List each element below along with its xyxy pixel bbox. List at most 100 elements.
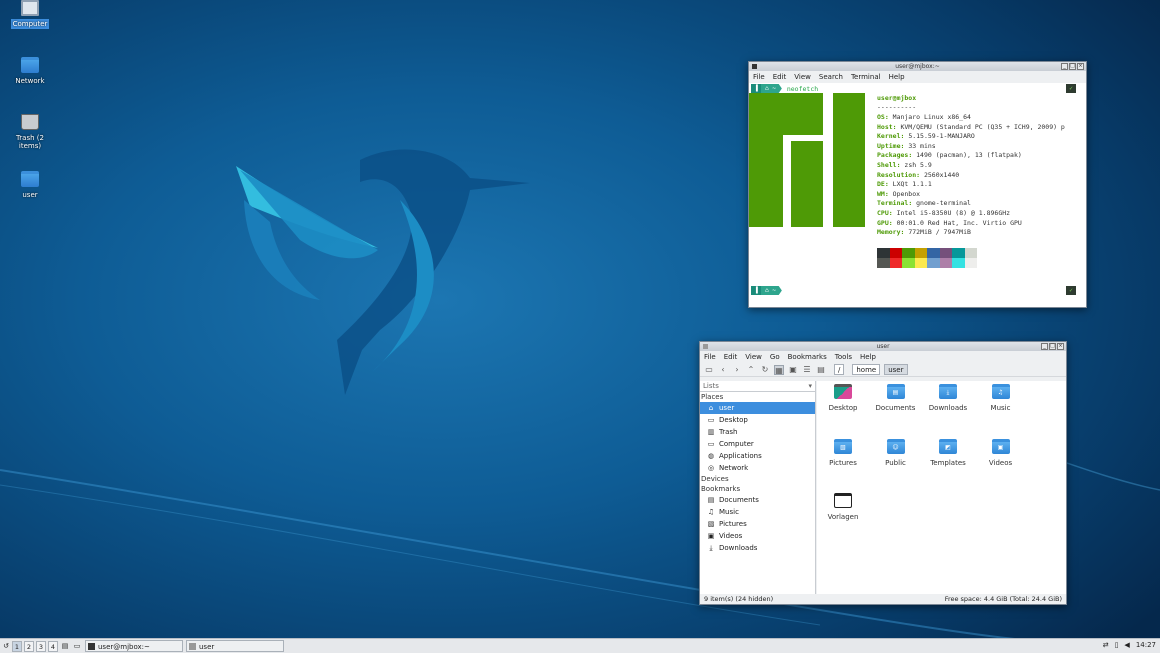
neofetch-line: GPU: 00:01.0 Red Hat, Inc. Virtio GPU [877,218,1022,227]
icon-view-icon[interactable]: ▦ [774,364,784,375]
task-file-manager[interactable]: user [186,640,284,652]
task-terminal[interactable]: user@mjbox:~ [85,640,183,652]
browser-icon[interactable]: ▭ [72,641,82,652]
folder-icon [703,344,708,349]
pictures-folder-icon: ▧ [834,438,852,454]
workspace-1[interactable]: 1 [12,640,22,652]
file-label: Music [990,404,1011,412]
sidebar-item-label: Videos [719,532,743,540]
bookmarks-heading: Bookmarks [701,485,741,493]
path-root[interactable]: / [834,364,845,375]
sidebar-item-documents[interactable]: ▤ Documents [700,494,815,506]
file-label: Videos [988,458,1013,467]
path-user[interactable]: user [884,364,908,375]
sidebar-item-desktop[interactable]: ▭ Desktop [700,414,815,426]
desktop-icon-user[interactable]: user [2,171,58,200]
file-item[interactable]: ◩ Templates [923,438,973,467]
maximize-button[interactable]: □ [1049,343,1056,350]
color-palette-bottom [877,258,977,268]
file-item[interactable]: ▤ Documents [871,384,921,412]
desktop-icon-network[interactable]: Network [2,57,58,86]
sidebar-item-pictures[interactable]: ▧ Pictures [700,518,815,530]
maximize-button[interactable]: □ [1069,63,1076,70]
file-item[interactable]: Desktop [818,384,868,412]
forward-icon[interactable]: › [732,365,742,375]
minimize-button[interactable]: _ [1041,343,1048,350]
network-tray-icon[interactable]: ⇄ [1103,641,1109,649]
file-item[interactable]: ♫ Music [976,384,1026,412]
desktop-icon-computer[interactable]: Computer [2,0,58,29]
menu-tools[interactable]: Tools [835,353,852,361]
sidebar-item-videos[interactable]: ▣ Videos [700,530,815,542]
menu-help[interactable]: Help [889,73,905,81]
sidebar-item-music[interactable]: ♫ Music [700,506,815,518]
file-manager-window[interactable]: user _ □ × File Edit View Go Bookmarks T… [699,341,1067,605]
menu-view[interactable]: View [745,353,762,361]
new-window-icon[interactable]: ▭ [704,365,714,375]
up-icon[interactable]: ⌃ [746,365,756,375]
terminal-content[interactable]: ▐ ⌂ ~ neofetch ✓ user@mjbox ---------- O… [749,83,1086,307]
neofetch-line: WM: Openbox [877,189,921,198]
compact-view-icon[interactable]: ☰ [802,365,812,375]
desktop-folder-icon [834,384,852,399]
chevron-down-icon: ▾ [808,382,812,390]
sidebar-item-network[interactable]: ◎ Network [700,462,815,474]
menu-terminal[interactable]: Terminal [851,73,881,81]
menu-go[interactable]: Go [770,353,780,361]
reload-icon[interactable]: ↻ [760,365,770,375]
back-icon[interactable]: ‹ [718,365,728,375]
sidebar-item-applications[interactable]: ◍ Applications [700,450,815,462]
menu-help[interactable]: Help [860,353,876,361]
file-item[interactable]: ▣ Videos [976,438,1026,467]
network-icon: ◎ [707,464,715,472]
workspace-4[interactable]: 4 [48,640,58,652]
sidebar-item-computer[interactable]: ▭ Computer [700,438,815,450]
show-desktop-icon[interactable]: ▤ [60,641,70,652]
neofetch-line: Terminal: gnome-terminal [877,199,971,208]
path-home[interactable]: home [852,364,881,375]
color-palette-top [877,248,977,258]
desktop-icon-label: Network [15,77,45,85]
menu-search[interactable]: Search [819,73,843,81]
trash-icon: ▥ [707,428,715,436]
status-items: 9 item(s) (24 hidden) [704,595,774,603]
minimize-button[interactable]: _ [1061,63,1068,70]
fm-titlebar[interactable]: user _ □ × [700,342,1066,351]
menu-file[interactable]: File [704,353,716,361]
sidebar-item-label: Network [719,464,749,472]
close-button[interactable]: × [1057,343,1064,350]
close-button[interactable]: × [1077,63,1084,70]
file-item[interactable]: Vorlagen [818,493,868,521]
clipboard-tray-icon[interactable]: ▯ [1115,641,1119,649]
sidebar-item-user[interactable]: ⌂ user [700,402,815,414]
sidebar-item-label: Pictures [719,520,747,528]
menu-bookmarks[interactable]: Bookmarks [788,353,827,361]
terminal-titlebar[interactable]: user@mjbox:~ _ □ × [749,62,1086,71]
terminal-window[interactable]: user@mjbox:~ _ □ × File Edit View Search… [748,61,1087,308]
workspace-3[interactable]: 3 [36,640,46,652]
clock[interactable]: 14:27 [1136,641,1156,649]
app-menu-icon[interactable]: ↺ [2,641,10,652]
sidebar-item-trash[interactable]: ▥ Trash [700,426,815,438]
sidebar-item-label: Computer [719,440,754,448]
templates-folder-icon: ◩ [939,438,957,454]
sidebar-item-downloads[interactable]: ⤓ Downloads [700,542,815,554]
side-pane-selector[interactable]: Lists ▾ [700,381,815,392]
documents-icon: ▤ [707,496,715,504]
volume-tray-icon[interactable]: ◀ [1124,641,1129,649]
file-item[interactable]: ▧ Pictures [818,438,868,467]
detail-view-icon[interactable]: ▤ [816,365,826,375]
file-item[interactable]: ☺ Public [871,438,921,467]
menu-edit[interactable]: Edit [724,353,738,361]
file-item[interactable]: ⤓ Downloads [923,384,973,412]
neofetch-line: Host: KVM/QEMU (Standard PC (Q35 + ICH9,… [877,122,1065,131]
thumbnail-view-icon[interactable]: ▣ [788,365,798,375]
menu-edit[interactable]: Edit [773,73,787,81]
menu-file[interactable]: File [753,73,765,81]
desktop-icon-trash[interactable]: Trash (2 items) [2,114,58,151]
devices-heading: Devices [701,475,729,483]
menu-view[interactable]: View [794,73,811,81]
workspace-2[interactable]: 2 [24,640,34,652]
fm-file-view[interactable]: Desktop ▤ Documents ⤓ Downloads ♫ Music ▧ Pictur… [817,381,1066,594]
file-label: Downloads [928,404,968,412]
